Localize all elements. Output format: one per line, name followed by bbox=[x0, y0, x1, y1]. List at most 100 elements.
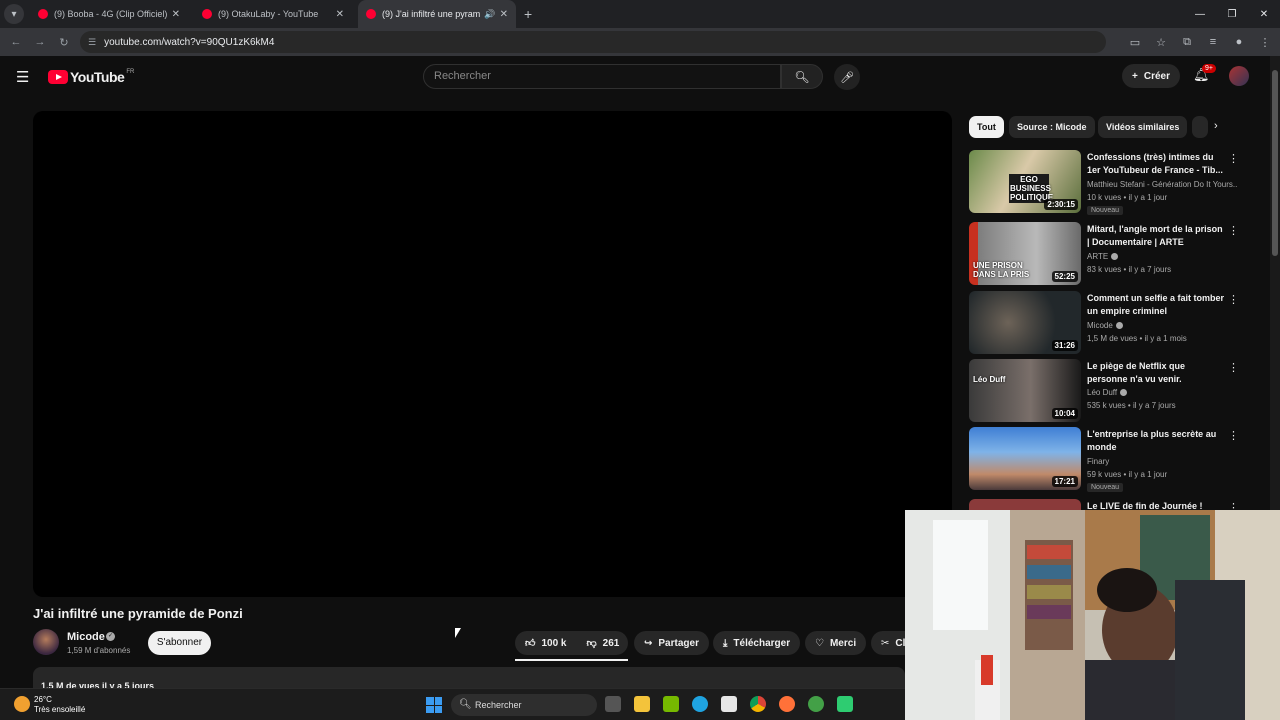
duration-badge: 2:30:15 bbox=[1044, 199, 1078, 210]
thumbnail-overlay-text: UNE PRISON DANS LA PRIS bbox=[973, 261, 1030, 279]
edge-icon[interactable] bbox=[692, 696, 708, 712]
hamburger-icon[interactable]: ☰ bbox=[16, 68, 29, 86]
recommendation-item[interactable]: Léo Duff 10:04 Le piège de Netflix que p… bbox=[969, 359, 1244, 423]
chip-overflow[interactable] bbox=[1192, 116, 1208, 138]
heart-dollar-icon: ♡ bbox=[815, 637, 824, 649]
thanks-button[interactable]: ♡ Merci bbox=[805, 631, 867, 655]
tab-close-icon[interactable]: ✕ bbox=[172, 9, 180, 20]
recommendation-channel[interactable]: ARTE bbox=[1087, 252, 1237, 261]
recommendation-item[interactable]: EGO BUSINESS POLITIQUE 2:30:15 Confessio… bbox=[969, 150, 1244, 215]
youtube-favicon-icon bbox=[38, 9, 48, 19]
firefox-icon[interactable] bbox=[779, 696, 795, 712]
video-thumbnail[interactable]: 17:21 bbox=[969, 427, 1081, 490]
browser-tab-3[interactable]: (9) J'ai infiltré une pyramide 🔊 ✕ bbox=[358, 0, 516, 28]
video-player[interactable] bbox=[33, 111, 952, 597]
tab-search-icon[interactable]: ▾ bbox=[4, 4, 24, 24]
search-input[interactable]: Rechercher bbox=[423, 64, 781, 89]
subscribe-button[interactable]: S'abonner bbox=[148, 631, 211, 655]
restore-icon[interactable]: ❐ bbox=[1216, 0, 1248, 28]
recommendation-channel[interactable]: Micode bbox=[1087, 321, 1237, 330]
create-button[interactable]: + Créer bbox=[1122, 64, 1180, 88]
taskbar-search-label: Rechercher bbox=[475, 700, 522, 710]
store-icon[interactable] bbox=[721, 696, 737, 712]
tab-label: (9) Booba - 4G (Clip Officiel) - Y bbox=[54, 9, 168, 19]
browser-extensions: ▭ ☆ ⧉ ≡ ● ⋮ bbox=[1126, 28, 1274, 56]
weather-widget[interactable]: 26°C Très ensoleillé bbox=[34, 695, 85, 715]
more-vert-icon[interactable]: ⋮ bbox=[1228, 293, 1239, 306]
share-button[interactable]: ↪ Partager bbox=[634, 631, 709, 655]
recommendation-stats: 1,5 M de vues • il y a 1 mois bbox=[1087, 334, 1187, 343]
more-vert-icon[interactable]: ⋮ bbox=[1228, 429, 1239, 442]
download-button[interactable]: ⤓ Télécharger bbox=[713, 631, 801, 655]
recommendation-title: Confessions (très) intimes du 1er YouTub… bbox=[1087, 152, 1223, 175]
new-tab-icon[interactable]: + bbox=[524, 6, 532, 22]
tab-close-icon[interactable]: ✕ bbox=[500, 9, 508, 20]
more-vert-icon[interactable]: ⋮ bbox=[1228, 224, 1239, 237]
temperature: 26°C bbox=[34, 695, 52, 704]
chip-similar[interactable]: Vidéos similaires bbox=[1098, 116, 1188, 138]
video-thumbnail[interactable]: Léo Duff 10:04 bbox=[969, 359, 1081, 422]
browser-tab-2[interactable]: (9) OtakuLaby - YouTube ✕ bbox=[194, 0, 352, 28]
nvidia-icon[interactable] bbox=[663, 696, 679, 712]
share-icon: ↪ bbox=[644, 637, 653, 649]
reading-list-icon[interactable]: ≡ bbox=[1204, 36, 1222, 48]
reload-icon[interactable]: ↻ bbox=[52, 36, 76, 49]
close-window-icon[interactable]: ✕ bbox=[1248, 0, 1280, 28]
extensions-icon[interactable]: ⧉ bbox=[1178, 36, 1196, 49]
recommendation-item[interactable]: UNE PRISON DANS LA PRIS 52:25 Mitard, l'… bbox=[969, 222, 1244, 286]
chip-source-micode[interactable]: Source : Micode bbox=[1009, 116, 1095, 138]
browser-menu-icon[interactable]: ⋮ bbox=[1256, 36, 1274, 49]
weather-sun-icon[interactable] bbox=[14, 696, 30, 712]
country-code: FR bbox=[126, 69, 135, 75]
video-thumbnail[interactable]: 31:26 bbox=[969, 291, 1081, 354]
back-icon[interactable]: ← bbox=[4, 36, 28, 48]
speaker-icon[interactable]: 🔊 bbox=[484, 9, 495, 20]
recommendation-item[interactable]: 31:26 Comment un selfie a fait tomber un… bbox=[969, 291, 1244, 355]
taskbar-search[interactable]: 🔍︎ Rechercher bbox=[451, 694, 597, 716]
forward-icon[interactable]: → bbox=[28, 36, 52, 48]
more-vert-icon[interactable]: ⋮ bbox=[1228, 152, 1239, 165]
recommendation-title: Mitard, l'angle mort de la prison | Docu… bbox=[1087, 224, 1223, 247]
recommendation-channel[interactable]: Matthieu Stefani - Génération Do It Your… bbox=[1087, 180, 1237, 189]
channel-name[interactable]: Micode bbox=[67, 631, 105, 643]
youtube-play-icon bbox=[48, 70, 68, 84]
plus-icon: + bbox=[1132, 70, 1138, 82]
profile-icon[interactable]: ● bbox=[1230, 36, 1248, 48]
more-vert-icon[interactable]: ⋮ bbox=[1228, 361, 1239, 374]
task-view-icon[interactable] bbox=[605, 696, 621, 712]
like-count[interactable]: 100 k bbox=[541, 638, 566, 649]
duration-badge: 31:26 bbox=[1051, 340, 1078, 351]
channel-label: ARTE bbox=[1087, 252, 1109, 261]
recommendation-channel[interactable]: Léo Duff bbox=[1087, 388, 1237, 397]
scrollbar-thumb[interactable] bbox=[1272, 70, 1278, 256]
chip-all[interactable]: Tout bbox=[969, 116, 1004, 138]
thumbs-down-icon[interactable]: 👎︎ bbox=[586, 637, 596, 649]
cast-icon[interactable]: ▭ bbox=[1126, 36, 1144, 49]
chrome-alt-icon[interactable] bbox=[808, 696, 824, 712]
youtube-header: ☰ YouTube FR Rechercher 🔍︎ 🎤︎ + Créer 🔔︎… bbox=[0, 56, 1270, 100]
file-explorer-icon[interactable] bbox=[634, 696, 650, 712]
discord-icon[interactable] bbox=[837, 696, 853, 712]
account-avatar[interactable] bbox=[1229, 66, 1249, 86]
chrome-icon[interactable] bbox=[750, 696, 766, 712]
recommendation-channel[interactable]: Finary bbox=[1087, 457, 1237, 466]
dislike-count[interactable]: 261 bbox=[603, 638, 620, 649]
thumbs-up-icon[interactable]: 👍︎ bbox=[525, 637, 535, 649]
minimize-icon[interactable]: — bbox=[1184, 0, 1216, 28]
browser-tab-1[interactable]: (9) Booba - 4G (Clip Officiel) - Y ✕ bbox=[30, 0, 188, 28]
windows-start-icon[interactable] bbox=[426, 697, 442, 713]
chevron-right-icon[interactable]: › bbox=[1214, 120, 1218, 132]
tab-close-icon[interactable]: ✕ bbox=[336, 9, 344, 20]
bookmark-star-icon[interactable]: ☆ bbox=[1152, 36, 1170, 49]
youtube-logo[interactable]: YouTube FR bbox=[48, 69, 134, 85]
recommendation-item[interactable]: 17:21 L'entreprise la plus secrète au mo… bbox=[969, 427, 1244, 492]
video-thumbnail[interactable]: UNE PRISON DANS LA PRIS 52:25 bbox=[969, 222, 1081, 285]
mic-button[interactable]: 🎤︎ bbox=[834, 64, 860, 90]
search-button[interactable]: 🔍︎ bbox=[781, 64, 823, 89]
site-info-icon[interactable]: ☰ bbox=[88, 37, 96, 48]
search-icon: 🔍︎ bbox=[459, 699, 472, 710]
video-thumbnail[interactable]: EGO BUSINESS POLITIQUE 2:30:15 bbox=[969, 150, 1081, 213]
clip-button[interactable]: ✂ Cl bbox=[871, 631, 905, 655]
channel-avatar[interactable] bbox=[33, 629, 59, 655]
url-bar[interactable]: ☰ youtube.com/watch?v=90QU1zK6kM4 bbox=[80, 31, 1106, 53]
